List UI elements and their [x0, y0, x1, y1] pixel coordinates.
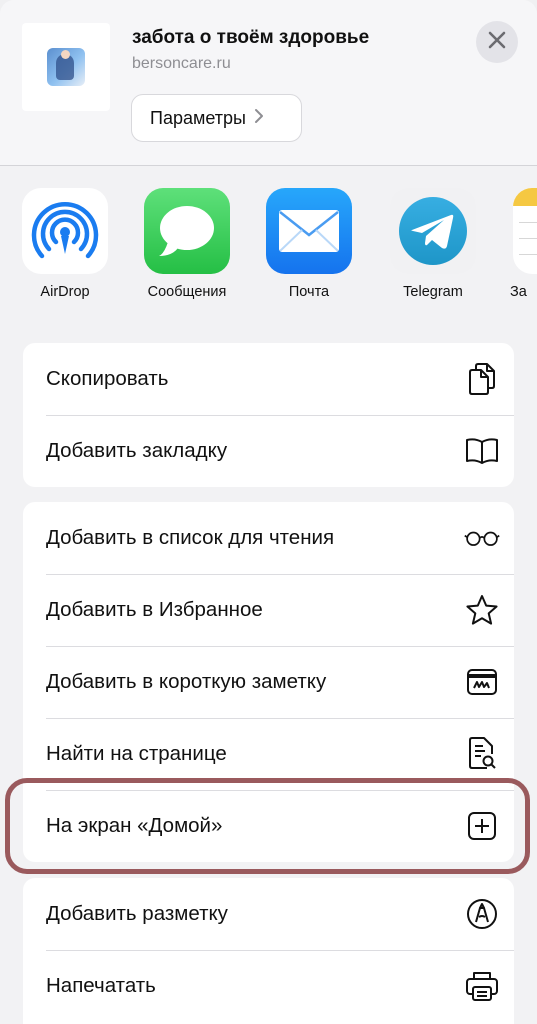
action-label: Найти на странице [46, 742, 227, 765]
app-messages[interactable]: Сообщения [132, 188, 242, 300]
app-label: Telegram [403, 284, 463, 300]
page-url: bersoncare.ru [132, 55, 231, 72]
actions-group-1: Скопировать Добавить закладку [23, 343, 514, 487]
action-reading-list[interactable]: Добавить в список для чтения [23, 502, 514, 574]
action-label: Скопировать [46, 367, 169, 390]
action-copy[interactable]: Скопировать [23, 343, 514, 415]
mail-icon [266, 188, 352, 274]
share-header: забота о твоём здоровье bersoncare.ru Па… [0, 0, 537, 166]
share-sheet: забота о твоём здоровье bersoncare.ru Па… [0, 0, 537, 1024]
action-print[interactable]: Напечатать [23, 950, 514, 1022]
printer-icon [464, 968, 500, 1004]
find-in-page-icon [464, 736, 500, 772]
action-quick-note[interactable]: Добавить в короткую заметку [23, 646, 514, 718]
close-icon [488, 31, 506, 54]
action-add-favorites[interactable]: Добавить в Избранное [23, 574, 514, 646]
action-label: Напечатать [46, 974, 156, 997]
chevron-right-icon [254, 108, 264, 129]
site-thumbnail-image [47, 48, 85, 86]
close-button[interactable] [476, 21, 518, 63]
action-label: Добавить закладку [46, 439, 228, 462]
telegram-icon [390, 188, 476, 274]
app-label: AirDrop [40, 284, 90, 300]
quick-note-icon [464, 664, 500, 700]
app-label: За [510, 284, 527, 300]
app-telegram[interactable]: Telegram [378, 188, 488, 300]
action-add-bookmark[interactable]: Добавить закладку [23, 415, 514, 487]
star-icon [464, 592, 500, 628]
actions-group-3: Добавить разметку Напечатать [23, 878, 514, 1024]
highlight-annotation [5, 778, 530, 874]
app-airdrop[interactable]: AirDrop [10, 188, 120, 300]
notes-icon [513, 188, 537, 274]
site-thumbnail [22, 23, 110, 111]
app-label: Почта [288, 284, 330, 300]
app-mail[interactable]: Почта [254, 188, 364, 300]
app-notes[interactable]: За [500, 188, 537, 300]
airdrop-icon [22, 188, 108, 274]
book-icon [464, 433, 500, 469]
messages-icon [144, 188, 230, 274]
app-row: AirDrop Сообщения Почта Telegram За [0, 166, 537, 314]
page-title: забота о твоём здоровье [132, 27, 370, 48]
action-label: Добавить в Избранное [46, 598, 263, 621]
action-label: Добавить разметку [46, 902, 228, 925]
action-label: Добавить в список для чтения [46, 526, 335, 549]
markup-icon [464, 896, 500, 932]
options-button-label: Параметры [150, 107, 246, 128]
app-label: Сообщения [147, 284, 227, 300]
options-button[interactable]: Параметры [131, 94, 302, 142]
action-markup[interactable]: Добавить разметку [23, 878, 514, 950]
copy-icon [464, 361, 500, 397]
glasses-icon [464, 520, 500, 556]
action-label: Добавить в короткую заметку [46, 670, 327, 693]
